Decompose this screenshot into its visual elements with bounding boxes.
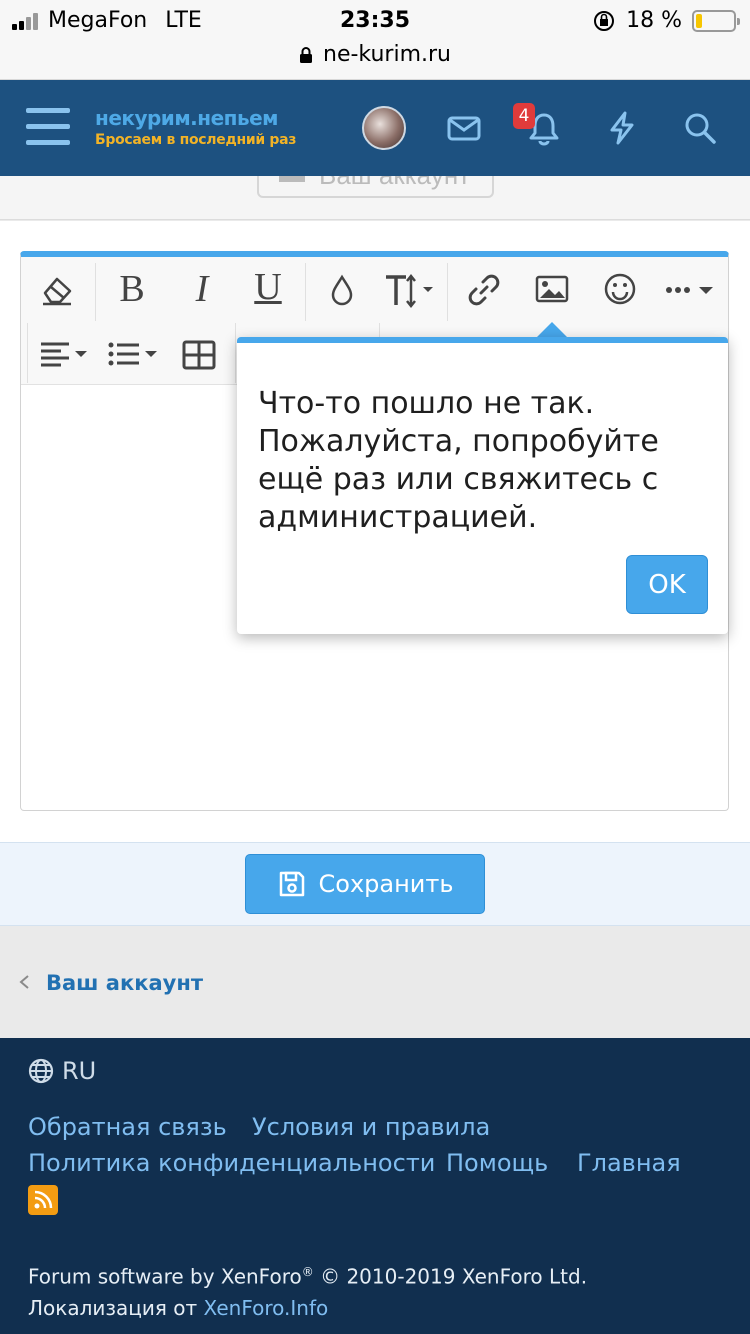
breadcrumb-link[interactable]: Ваш аккаунт (46, 971, 203, 995)
language-label: RU (62, 1057, 97, 1085)
url-text: ne-kurim.ru (323, 42, 451, 67)
language-chooser[interactable]: RU (28, 1057, 96, 1085)
save-label: Сохранить (318, 870, 454, 898)
more-options-icon[interactable] (663, 279, 719, 301)
footer-link-terms[interactable]: Условия и правила (252, 1113, 490, 1141)
software-text: Forum software by XenForo (28, 1264, 302, 1289)
logo-title: некурим.непьем (95, 106, 279, 130)
footer-link-help[interactable]: Помощь (446, 1149, 548, 1177)
table-icon[interactable] (181, 339, 217, 371)
font-size-icon[interactable] (383, 271, 439, 309)
account-button[interactable]: Ваш аккаунт (257, 176, 494, 198)
underline-button[interactable]: U (251, 266, 285, 308)
copyright: Forum software by XenForo® © 2010-2019 X… (28, 1257, 587, 1324)
lock-icon (300, 46, 312, 63)
account-button-label: Ваш аккаунт (319, 176, 470, 191)
mail-icon[interactable] (446, 110, 482, 146)
site-header: некурим.непьем Бросаем в последний раз 4 (0, 80, 750, 176)
menu-icon[interactable] (26, 108, 70, 146)
dialog-message: Что-то пошло не так. Пожалуйста, попробу… (258, 386, 659, 535)
notification-badge: 4 (513, 103, 535, 129)
text-color-icon[interactable] (326, 273, 358, 309)
copyright-line: Forum software by XenForo® © 2010-2019 X… (28, 1257, 587, 1293)
globe-icon (28, 1058, 54, 1084)
footer-link-home[interactable]: Главная (577, 1149, 681, 1177)
site-logo[interactable]: некурим.непьем Бросаем в последний раз (95, 106, 296, 148)
battery-icon (692, 9, 740, 32)
battery-fill (696, 13, 703, 28)
localization-line: Локализация от XenForo.Info (28, 1293, 587, 1324)
form-submit-row: Сохранить (0, 842, 750, 926)
status-bar: MegaFon LTE 23:35 18 % ne-kurim.ru (0, 0, 750, 80)
user-icon (279, 176, 305, 182)
footer-link-privacy[interactable]: Политика конфиденциальности (28, 1149, 435, 1177)
image-icon[interactable] (534, 273, 570, 305)
save-icon (279, 871, 304, 897)
align-icon[interactable] (39, 339, 95, 371)
search-icon[interactable] (682, 110, 718, 146)
ok-button[interactable]: OK (626, 555, 708, 614)
emoji-icon[interactable] (602, 271, 638, 307)
footer-link-feedback[interactable]: Обратная связь (28, 1113, 227, 1141)
site-footer: RU Обратная связь Условия и правила Поли… (0, 1038, 750, 1334)
logo-subtitle: Бросаем в последний раз (95, 132, 297, 148)
list-icon[interactable] (107, 339, 163, 371)
status-right: 18 % (592, 8, 740, 33)
rotation-lock-icon (594, 10, 615, 31)
link-icon[interactable] (465, 271, 503, 309)
registered-mark: ® (301, 1265, 314, 1279)
localization-text: Локализация от (28, 1295, 204, 1320)
page: MegaFon LTE 23:35 18 % ne-kurim.ru некур… (0, 0, 750, 1334)
error-dialog: Что-то пошло не так. Пожалуйста, попробу… (237, 337, 728, 634)
localization-link[interactable]: XenForo.Info (204, 1296, 329, 1320)
save-button[interactable]: Сохранить (245, 854, 485, 914)
chevron-left-icon (19, 975, 29, 989)
copyright-text: © 2010-2019 XenForo Ltd. (313, 1264, 588, 1289)
clear-format-icon[interactable] (39, 271, 75, 307)
breadcrumb: Ваш аккаунт (0, 927, 750, 1038)
lightning-icon[interactable] (604, 110, 640, 146)
battery-percent: 18 % (626, 8, 682, 33)
rss-icon[interactable] (28, 1185, 58, 1215)
avatar[interactable] (362, 106, 406, 150)
url-bar[interactable]: ne-kurim.ru (0, 42, 750, 67)
bold-button[interactable]: B (117, 268, 147, 310)
italic-button[interactable]: I (187, 268, 217, 310)
